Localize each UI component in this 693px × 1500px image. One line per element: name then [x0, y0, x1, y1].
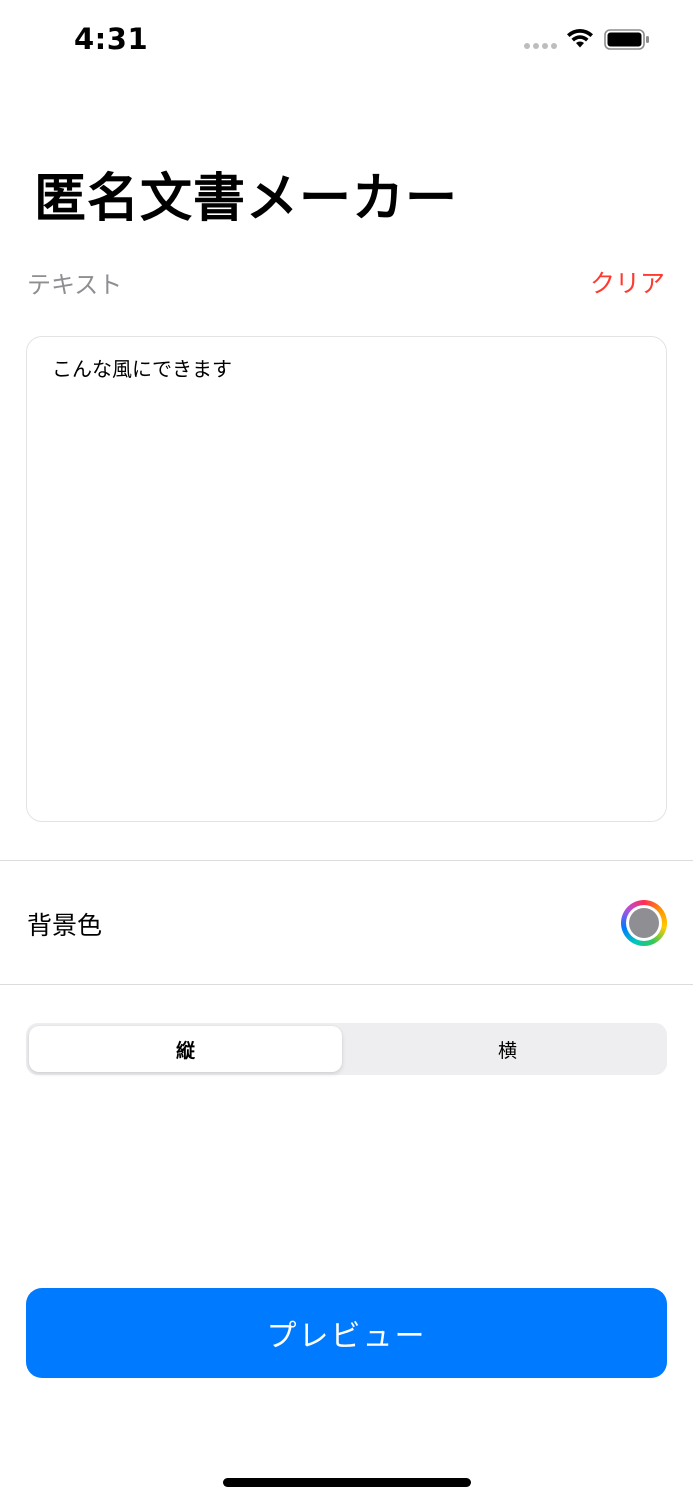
segment-horizontal[interactable]: 横 [351, 1026, 664, 1072]
home-indicator[interactable] [223, 1478, 471, 1487]
orientation-segmented-control: 縦 横 [26, 1023, 667, 1075]
signal-icon [524, 43, 558, 49]
preview-button[interactable]: プレビュー [26, 1288, 667, 1378]
segment-vertical[interactable]: 縦 [29, 1026, 342, 1072]
battery-icon [604, 29, 649, 50]
divider [0, 984, 693, 985]
clear-button[interactable]: クリア [590, 264, 665, 300]
divider [0, 860, 693, 861]
wifi-icon [567, 28, 593, 48]
color-swatch [626, 905, 662, 941]
color-picker-icon[interactable] [621, 900, 667, 946]
screen: 4:31 匿名文書メーカー テキスト クリア 背景色 縦 横 プレビュー [0, 0, 693, 1500]
page-title: 匿名文書メーカー [34, 169, 459, 229]
text-input[interactable] [26, 336, 667, 822]
status-time: 4:31 [74, 22, 149, 56]
background-color-label: 背景色 [27, 911, 103, 940]
text-section-label: テキスト [27, 271, 123, 299]
